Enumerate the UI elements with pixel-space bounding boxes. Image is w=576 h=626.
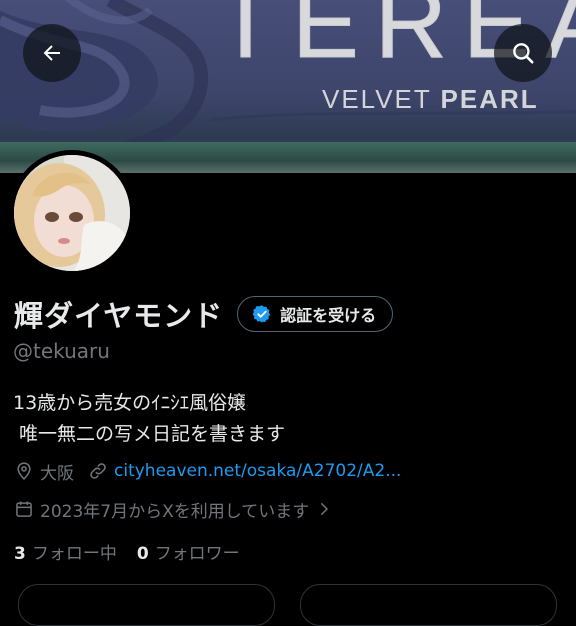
search-button[interactable] bbox=[494, 24, 552, 82]
chevron-right-icon bbox=[321, 503, 328, 515]
arrow-left-icon bbox=[43, 45, 60, 61]
bio-line-1: 13歳から売女のｲﾆｼｴ風俗嬢 bbox=[13, 392, 247, 414]
banner-sub-light: VELVET bbox=[322, 84, 432, 114]
verified-badge-icon bbox=[252, 305, 271, 323]
get-verified-label: 認証を受ける bbox=[280, 306, 377, 325]
profile-meta-row: 大阪 cityheaven.net/osaka/A2702/A2... bbox=[14, 458, 401, 484]
location-text: 大阪 bbox=[40, 463, 74, 484]
follow-stats: 3 フォロー中 0 フォロワー bbox=[14, 538, 240, 564]
followers-label: フォロワー bbox=[154, 543, 240, 564]
avatar-ring[interactable] bbox=[9, 150, 135, 276]
bottom-pill-left[interactable] bbox=[18, 584, 275, 626]
website-link[interactable]: cityheaven.net/osaka/A2702/A2... bbox=[114, 461, 401, 481]
followers-link[interactable]: 0 フォロワー bbox=[137, 539, 240, 564]
bottom-pill-right[interactable] bbox=[300, 584, 557, 626]
search-icon bbox=[513, 43, 534, 64]
following-label: フォロー中 bbox=[31, 543, 117, 564]
website-item[interactable]: cityheaven.net/osaka/A2702/A2... bbox=[88, 461, 401, 481]
followers-count: 0 bbox=[136, 543, 149, 564]
location-item: 大阪 bbox=[14, 459, 74, 484]
bio-line-2: 唯一無二の写メ日記を書きます bbox=[13, 423, 286, 445]
following-count: 3 bbox=[14, 543, 26, 564]
profile-banner[interactable]: TEREA VELVET PEARL bbox=[0, 0, 576, 173]
link-icon bbox=[90, 463, 106, 479]
joined-text: 2023年7月からXを利用しています bbox=[40, 501, 310, 522]
avatar-photo bbox=[14, 155, 130, 271]
name-row: 輝ダイヤモンド 認証を受ける bbox=[14, 296, 394, 333]
get-verified-button[interactable]: 認証を受ける bbox=[237, 296, 394, 332]
banner-sub-bold: PEARL bbox=[440, 84, 539, 114]
joined-row[interactable]: 2023年7月からXを利用しています bbox=[14, 496, 333, 522]
user-handle: @tekuaru bbox=[13, 339, 110, 363]
back-button[interactable] bbox=[23, 24, 81, 82]
location-pin-icon bbox=[17, 462, 31, 480]
calendar-icon bbox=[16, 501, 32, 517]
avatar[interactable] bbox=[14, 155, 130, 271]
following-link[interactable]: 3 フォロー中 bbox=[14, 539, 117, 564]
display-name: 輝ダイヤモンド bbox=[14, 299, 224, 333]
profile-bio: 13歳から売女のｲﾆｼｴ風俗嬢 唯一無二の写メ日記を書きます bbox=[13, 388, 285, 450]
banner-sub-text: VELVET PEARL bbox=[322, 84, 539, 115]
